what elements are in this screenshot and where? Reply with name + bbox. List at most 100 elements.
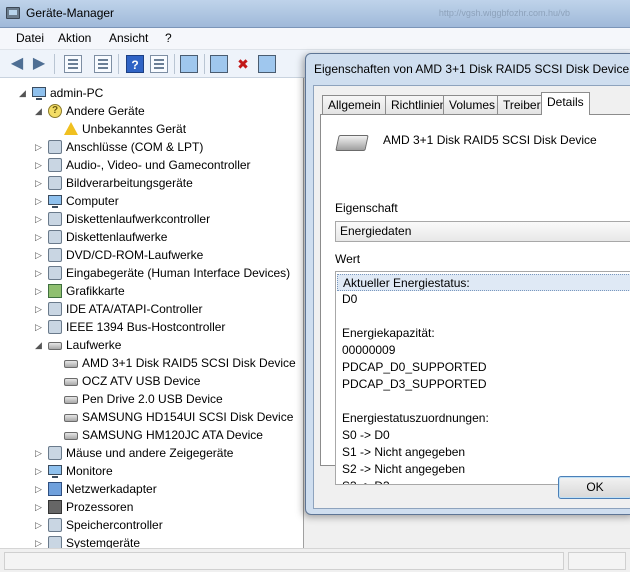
value-line[interactable]: S0 -> D0 bbox=[342, 427, 390, 444]
tree-item[interactable]: ▷ Systemgeräte bbox=[0, 534, 303, 548]
expand-arrow-icon[interactable]: ▷ bbox=[34, 467, 43, 476]
value-line[interactable]: Energiekapazität: bbox=[342, 325, 435, 342]
tree-item[interactable]: ▷ DVD/CD-ROM-Laufwerke bbox=[0, 246, 303, 264]
tree-item-label: DVD/CD-ROM-Laufwerke bbox=[66, 248, 204, 262]
hard-disk-icon bbox=[335, 135, 369, 151]
value-listbox[interactable]: Aktueller Energiestatus: D0 Energiekapazit… bbox=[335, 271, 630, 485]
properties-dialog: Eigenschaften von AMD 3+1 Disk RAID5 SCS… bbox=[305, 53, 630, 515]
tab-volumes[interactable]: Volumes bbox=[443, 95, 502, 114]
value-line[interactable]: Energiestatuszuordnungen: bbox=[342, 410, 489, 427]
property-dropdown[interactable]: Energiedaten bbox=[335, 221, 630, 242]
tree-item-label: Prozessoren bbox=[66, 500, 134, 514]
dvd-icon bbox=[48, 248, 62, 262]
tree-item[interactable]: ▷ Prozessoren bbox=[0, 498, 303, 516]
tree-item[interactable]: Unbekanntes Gerät bbox=[0, 120, 303, 138]
menu-bar: Datei Aktion Ansicht ? bbox=[0, 28, 630, 50]
tree-item[interactable]: AMD 3+1 Disk RAID5 SCSI Disk Device bbox=[0, 354, 303, 372]
menu-datei[interactable]: Datei bbox=[14, 31, 46, 45]
value-line[interactable]: S2 -> Nicht angegeben bbox=[342, 461, 465, 478]
tree-item-label: IDE ATA/ATAPI-Controller bbox=[66, 302, 203, 316]
expand-arrow-icon[interactable]: ▷ bbox=[34, 305, 43, 314]
value-line[interactable]: PDCAP_D0_SUPPORTED bbox=[342, 359, 487, 376]
toolbar-separator bbox=[174, 54, 175, 74]
expand-arrow-icon[interactable]: ▷ bbox=[34, 143, 43, 152]
value-line[interactable]: PDCAP_D3_SUPPORTED bbox=[342, 376, 487, 393]
value-line[interactable]: 00000009 bbox=[342, 342, 395, 359]
expand-arrow-icon[interactable]: ▷ bbox=[34, 233, 43, 242]
expand-arrow-icon[interactable]: ▷ bbox=[34, 161, 43, 170]
floppy-icon bbox=[48, 230, 62, 244]
tree-item[interactable]: ▷ Speichercontroller bbox=[0, 516, 303, 534]
tree-item[interactable]: ◢ Laufwerke bbox=[0, 336, 303, 354]
tree-item[interactable]: ▷ Computer bbox=[0, 192, 303, 210]
tree-item[interactable]: ▷ Mäuse und andere Zeigegeräte bbox=[0, 444, 303, 462]
tree-item[interactable]: ▷ IDE ATA/ATAPI-Controller bbox=[0, 300, 303, 318]
tree-item[interactable]: ▷ Diskettenlaufwerke bbox=[0, 228, 303, 246]
list-icon[interactable] bbox=[94, 55, 112, 73]
tree-item-label: Bildverarbeitungsgeräte bbox=[66, 176, 193, 190]
tree-item[interactable]: ▷ Grafikkarte bbox=[0, 282, 303, 300]
collapse-arrow-icon[interactable]: ◢ bbox=[34, 341, 43, 350]
window-titlebar[interactable]: Geräte-Manager http://vgsh.wiggbfozhr.co… bbox=[0, 0, 630, 28]
tree-item[interactable]: SAMSUNG HM120JC ATA Device bbox=[0, 426, 303, 444]
tab-treiber[interactable]: Treiber bbox=[497, 95, 547, 114]
tree-item[interactable]: ◢? Andere Geräte bbox=[0, 102, 303, 120]
computer-icon bbox=[32, 87, 46, 100]
tab-allgemein[interactable]: Allgemein bbox=[322, 95, 387, 114]
expand-arrow-icon[interactable]: ▷ bbox=[34, 485, 43, 494]
status-cell bbox=[4, 552, 564, 570]
device-tree[interactable]: ◢ admin-PC ◢? Andere Geräte Unbekanntes Gerä… bbox=[0, 78, 304, 548]
expand-arrow-icon[interactable]: ▷ bbox=[34, 251, 43, 260]
tree-item[interactable]: ▷ Anschlüsse (COM & LPT) bbox=[0, 138, 303, 156]
port-icon bbox=[48, 140, 62, 154]
expand-arrow-icon[interactable]: ▷ bbox=[34, 287, 43, 296]
tree-item[interactable]: SAMSUNG HD154UI SCSI Disk Device bbox=[0, 408, 303, 426]
expand-arrow-icon[interactable]: ▷ bbox=[34, 503, 43, 512]
value-line[interactable]: D0 bbox=[342, 291, 357, 308]
help-icon[interactable]: ? bbox=[126, 55, 144, 73]
speaker-icon bbox=[48, 158, 62, 172]
expand-arrow-icon[interactable]: ▷ bbox=[34, 521, 43, 530]
expand-arrow-icon[interactable]: ▷ bbox=[34, 539, 43, 548]
update-driver-icon[interactable] bbox=[210, 55, 228, 73]
tree-item[interactable]: ▷ Diskettenlaufwerkcontroller bbox=[0, 210, 303, 228]
tree-item[interactable]: ▷ Netzwerkadapter bbox=[0, 480, 303, 498]
collapse-arrow-icon[interactable]: ◢ bbox=[18, 89, 27, 98]
menu-aktion[interactable]: Aktion bbox=[56, 31, 93, 45]
tree-item-label: AMD 3+1 Disk RAID5 SCSI Disk Device bbox=[82, 356, 296, 370]
tree-item[interactable]: ▷ Bildverarbeitungsgeräte bbox=[0, 174, 303, 192]
ok-button[interactable]: OK bbox=[558, 476, 630, 499]
value-line-selected[interactable]: Aktueller Energiestatus: bbox=[337, 274, 630, 291]
view-icon[interactable] bbox=[150, 55, 168, 73]
value-line[interactable]: S1 -> Nicht angegeben bbox=[342, 444, 465, 461]
expand-arrow-icon[interactable]: ▷ bbox=[34, 215, 43, 224]
floppy-controller-icon bbox=[48, 212, 62, 226]
storage-controller-icon bbox=[48, 518, 62, 532]
disable-icon[interactable] bbox=[258, 55, 276, 73]
camera-icon bbox=[48, 176, 62, 190]
tree-item[interactable]: ▷ IEEE 1394 Bus-Hostcontroller bbox=[0, 318, 303, 336]
expand-arrow-icon[interactable]: ▷ bbox=[34, 269, 43, 278]
tree-item[interactable]: ▷ Eingabegeräte (Human Interface Devices) bbox=[0, 264, 303, 282]
tab-details[interactable]: Details bbox=[541, 92, 590, 115]
expand-arrow-icon[interactable]: ▷ bbox=[34, 197, 43, 206]
uninstall-icon[interactable]: ✖ bbox=[234, 55, 252, 73]
scan-icon[interactable] bbox=[180, 55, 198, 73]
properties-icon[interactable] bbox=[64, 55, 82, 73]
collapse-arrow-icon[interactable]: ◢ bbox=[34, 107, 43, 116]
tree-item[interactable]: ▷ Audio-, Video- und Gamecontroller bbox=[0, 156, 303, 174]
tree-item[interactable]: Pen Drive 2.0 USB Device bbox=[0, 390, 303, 408]
tree-item[interactable]: OCZ ATV USB Device bbox=[0, 372, 303, 390]
forward-arrow-icon[interactable]: ▶ bbox=[30, 55, 48, 73]
value-line[interactable]: S3 -> D3 bbox=[342, 478, 390, 484]
expand-arrow-icon[interactable]: ▷ bbox=[34, 449, 43, 458]
expand-arrow-icon[interactable]: ▷ bbox=[34, 179, 43, 188]
tree-item[interactable]: ◢ admin-PC bbox=[0, 84, 303, 102]
dialog-title: Eigenschaften von AMD 3+1 Disk RAID5 SCS… bbox=[314, 62, 630, 76]
toolbar-separator bbox=[204, 54, 205, 74]
menu-ansicht[interactable]: Ansicht bbox=[107, 31, 150, 45]
back-arrow-icon[interactable]: ◀ bbox=[8, 55, 26, 73]
tree-item[interactable]: ▷ Monitore bbox=[0, 462, 303, 480]
menu-help[interactable]: ? bbox=[163, 31, 174, 45]
expand-arrow-icon[interactable]: ▷ bbox=[34, 323, 43, 332]
